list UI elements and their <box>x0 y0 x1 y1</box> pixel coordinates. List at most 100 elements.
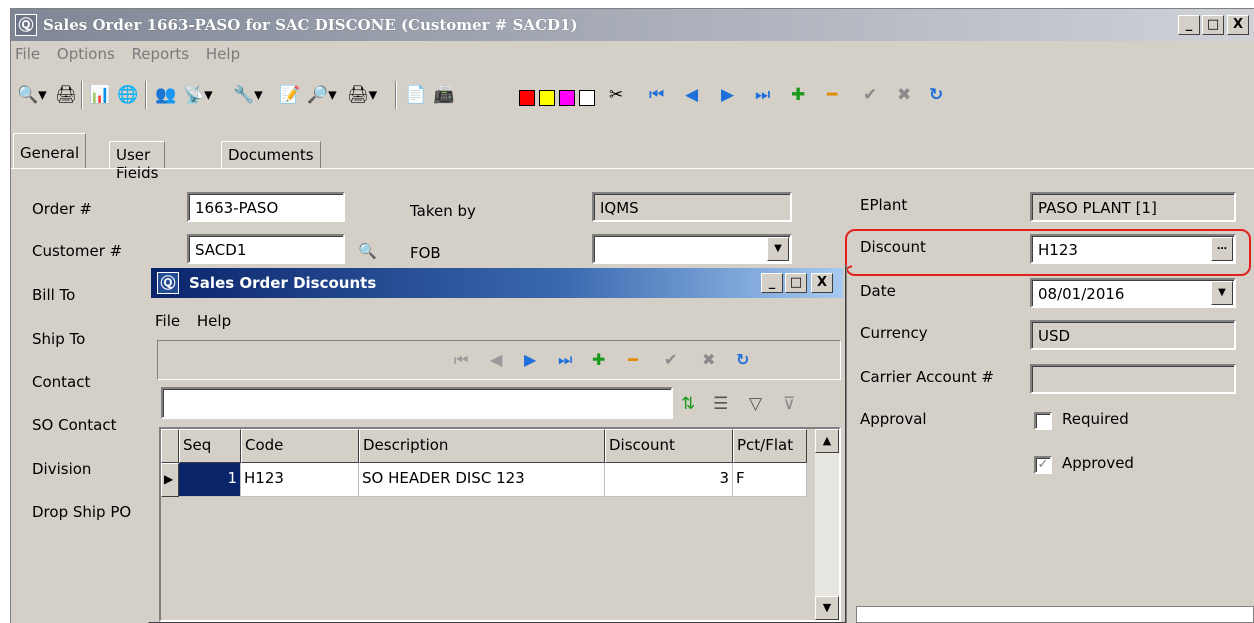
table-cell-pct-flat[interactable]: F <box>733 463 807 497</box>
delete-record-icon[interactable]: ━ <box>827 83 837 107</box>
table-cell-description[interactable]: SO HEADER DISC 123 <box>359 463 605 497</box>
last-record-icon[interactable]: ⏭ <box>558 349 572 371</box>
dialog-titlebar[interactable]: Ⓠ Sales Order Discounts _ □ X <box>151 268 843 298</box>
menu-reports[interactable]: Reports <box>132 45 190 63</box>
dialog-search-input[interactable] <box>161 387 673 419</box>
chevron-down-icon[interactable]: ▼ <box>1211 281 1233 305</box>
dialog-title: Sales Order Discounts <box>189 274 377 292</box>
dialog-menu-file[interactable]: File <box>155 312 180 330</box>
order-number-field[interactable]: 1663-PASO <box>187 192 345 222</box>
required-label: Required <box>1062 410 1129 428</box>
approval-label: Approval <box>860 410 927 428</box>
dialog-menu-help[interactable]: Help <box>197 312 231 330</box>
users-icon[interactable]: 👥 <box>155 83 176 107</box>
table-cell-code[interactable]: H123 <box>241 463 359 497</box>
tools-icon[interactable]: 🔧▾ <box>233 83 263 107</box>
column-header-pct-flat[interactable]: Pct/Flat <box>733 429 807 463</box>
customer-label: Customer # <box>32 242 123 260</box>
eplant-field: PASO PLANT [1] <box>1030 192 1236 222</box>
close-button[interactable]: X <box>1227 15 1249 35</box>
column-header-discount[interactable]: Discount <box>605 429 733 463</box>
color-swatch-red[interactable] <box>519 90 535 106</box>
carrier-account-label: Carrier Account # <box>860 368 994 386</box>
first-record-icon[interactable]: ⏮ <box>649 83 664 107</box>
refresh-icon[interactable]: ↻ <box>929 83 943 107</box>
discounts-grid: Seq Code Description Discount Pct/Flat ▶… <box>159 427 841 622</box>
printer-icon[interactable]: 🖨▾ <box>347 83 377 107</box>
dialog-navigator: ⏮ ◀ ▶ ⏭ ✚ ━ ✔ ✖ ↻ <box>157 340 841 380</box>
columns-icon[interactable]: ☰ <box>713 393 728 415</box>
color-swatch-magenta[interactable] <box>559 90 575 106</box>
scroll-up-icon[interactable]: ▲ <box>815 429 839 453</box>
date-field[interactable]: 08/01/2016 ▼ <box>1030 278 1236 308</box>
currency-field: USD <box>1030 320 1236 350</box>
dialog-maximize-button[interactable]: □ <box>785 273 807 293</box>
globe-icon[interactable]: 🌐 <box>117 83 138 107</box>
satellite-icon[interactable]: 📡▾ <box>183 83 213 107</box>
menu-file[interactable]: File <box>15 45 40 63</box>
required-checkbox[interactable] <box>1034 412 1052 430</box>
next-record-icon[interactable]: ▶ <box>524 349 536 371</box>
scroll-down-icon[interactable]: ▼ <box>815 596 839 620</box>
menu-help[interactable]: Help <box>206 45 240 63</box>
customer-number-field[interactable]: SACD1 <box>187 234 345 264</box>
tab-user-fields[interactable]: User Fields <box>109 141 166 182</box>
approved-checkbox[interactable]: ✓ <box>1034 456 1052 474</box>
main-toolbar: 🔍▾ 🖨 📊 🌐 👥 📡▾ 🔧▾ 📝 🔎▾ 🖨▾ 📄 📠 ✂ ⏮ ◀ ▶ ⏭ ✚… <box>11 75 1254 113</box>
table-cell-discount[interactable]: 3 <box>605 463 733 497</box>
tab-general[interactable]: General <box>13 133 87 169</box>
carrier-account-field <box>1030 364 1236 394</box>
dialog-close-button[interactable]: X <box>811 273 833 293</box>
discount-highlight-annotation <box>845 229 1251 276</box>
grid-vertical-scrollbar[interactable]: ▲ ▼ <box>815 429 839 620</box>
cancel-record-icon[interactable]: ✖ <box>897 83 911 107</box>
color-swatch-yellow[interactable] <box>539 90 555 106</box>
app-logo-icon: Ⓠ <box>157 272 179 294</box>
filter-icon[interactable]: ▽ <box>749 393 762 415</box>
post-record-icon[interactable]: ✔ <box>863 83 877 107</box>
menu-bar: File Options Reports Help <box>11 45 248 71</box>
last-record-icon[interactable]: ⏭ <box>755 83 770 107</box>
column-header-seq[interactable]: Seq <box>179 429 241 463</box>
delete-record-icon[interactable]: ━ <box>628 349 638 371</box>
add-record-icon[interactable]: ✚ <box>791 83 805 107</box>
refresh-icon[interactable]: ↻ <box>736 349 749 371</box>
report-icon[interactable]: 📊 <box>89 83 110 107</box>
sales-order-discounts-dialog: Ⓠ Sales Order Discounts _ □ X File Help … <box>148 265 846 623</box>
window-titlebar[interactable]: Ⓠ Sales Order 1663-PASO for SAC DISCONE … <box>11 9 1254 41</box>
column-header-code[interactable]: Code <box>241 429 359 463</box>
minimize-button[interactable]: _ <box>1178 15 1200 35</box>
prior-record-icon[interactable]: ◀ <box>685 83 698 107</box>
prior-record-icon[interactable]: ◀ <box>490 349 502 371</box>
contact-label: Contact <box>32 373 91 391</box>
tab-documents[interactable]: Documents <box>221 141 321 169</box>
notes-icon[interactable]: 📝 <box>279 83 300 107</box>
print-preview-icon[interactable]: 🖨 <box>55 83 77 107</box>
chevron-down-icon[interactable]: ▼ <box>767 237 789 261</box>
scanner-icon[interactable]: 📠 <box>433 83 454 107</box>
add-record-icon[interactable]: ✚ <box>592 349 605 371</box>
dialog-menu-bar: File Help <box>155 312 243 330</box>
menu-options[interactable]: Options <box>57 45 115 63</box>
binoculars-search-icon[interactable]: 🔍▾ <box>17 83 47 107</box>
fob-label: FOB <box>410 244 441 262</box>
filter-clear-icon[interactable]: ✂ <box>609 83 623 107</box>
color-swatch-white[interactable] <box>579 90 595 106</box>
ship-to-label: Ship To <box>32 330 86 348</box>
lookup-icon[interactable]: 🔎▾ <box>307 83 337 107</box>
division-label: Division <box>32 460 92 478</box>
maximize-button[interactable]: □ <box>1202 15 1224 35</box>
clear-filter-icon[interactable]: ⊽ <box>783 393 795 415</box>
date-label: Date <box>860 282 896 300</box>
cancel-record-icon[interactable]: ✖ <box>702 349 715 371</box>
next-record-icon[interactable]: ▶ <box>721 83 734 107</box>
eplant-label: EPlant <box>860 196 908 214</box>
edit-document-icon[interactable]: 📄 <box>405 83 426 107</box>
post-record-icon[interactable]: ✔ <box>664 349 677 371</box>
table-cell-seq[interactable]: 1 <box>179 463 241 497</box>
customer-lookup-icon[interactable]: 🔍 <box>358 242 377 260</box>
column-header-description[interactable]: Description <box>359 429 605 463</box>
dialog-minimize-button[interactable]: _ <box>761 273 783 293</box>
sort-icon[interactable]: ⇅ <box>681 393 695 415</box>
first-record-icon[interactable]: ⏮ <box>454 349 468 371</box>
